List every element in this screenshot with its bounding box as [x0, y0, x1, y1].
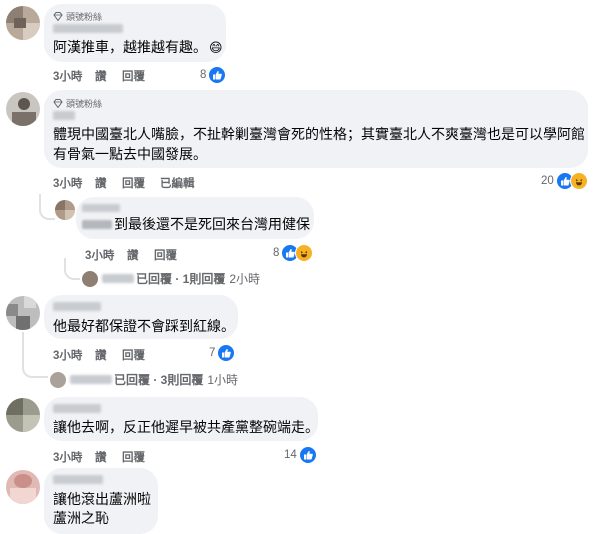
reaction-count[interactable]: 8 [273, 244, 314, 262]
reply-button[interactable]: 回覆 [122, 175, 145, 191]
author-name[interactable] [53, 24, 123, 33]
reply-button[interactable]: 回覆 [122, 68, 145, 84]
replier-name [102, 274, 134, 283]
grin-emoji: 😄 [209, 40, 223, 55]
haha-reaction-icon [295, 244, 314, 262]
reaction-count[interactable]: 8 [200, 66, 227, 84]
top-fan-badge: 頭號粉絲 [53, 10, 102, 23]
avatar[interactable] [6, 6, 40, 40]
comment-text: 阿漢推車，越推越有趣。 😄 [53, 39, 223, 55]
like-reaction-icon [208, 66, 227, 84]
like-button[interactable]: 讚 [95, 347, 107, 363]
timestamp[interactable]: 3小時 [53, 449, 82, 465]
comment-actions: 3小時 讚 回覆 [53, 347, 173, 363]
edited-label: 已編輯 [160, 178, 195, 190]
like-reaction-icon [298, 446, 317, 464]
author-name[interactable] [53, 475, 103, 484]
timestamp[interactable]: 3小時 [53, 68, 82, 84]
diamond-icon [53, 12, 63, 21]
reply-button[interactable]: 回覆 [122, 449, 145, 465]
reaction-count[interactable]: 7 [209, 344, 236, 362]
comment-actions: 3小時 讚 回覆 [85, 247, 205, 263]
top-fan-badge: 頭號粉絲 [53, 97, 102, 110]
author-name[interactable] [53, 111, 75, 120]
comment-text: 到最後還不是死回來台灣用健保 [114, 216, 310, 232]
timestamp[interactable]: 3小時 [85, 247, 114, 263]
comment-actions: 3小時 讚 回覆 [53, 68, 203, 84]
avatar[interactable] [6, 398, 40, 432]
author-name[interactable] [53, 404, 101, 413]
comment-text-line-2: 有骨氣一點去中國發展。 [53, 146, 207, 162]
avatar[interactable] [6, 92, 40, 126]
comment-text: 讓他去啊，反正他遲早被共產黨整碗端走。 [53, 419, 319, 435]
thread-connector [39, 194, 55, 220]
haha-reaction-icon [569, 172, 588, 190]
timestamp[interactable]: 3小時 [53, 347, 82, 363]
comment-text: 他最好都保證不會踩到紅線。 [53, 318, 235, 334]
replies-time: 2小時 [229, 272, 261, 286]
avatar [50, 371, 66, 388]
comment-actions: 3小時 讚 回覆 已編輯 [53, 175, 253, 191]
comment-text-line-1: 體現中國臺北人嘴臉，不扯幹剿臺灣會死的性格；其實臺北人不爽臺灣也是可以學阿館 [53, 126, 585, 142]
avatar[interactable] [55, 200, 75, 220]
badge-label: 頭號粉絲 [66, 12, 103, 22]
reply-button[interactable]: 回覆 [154, 247, 177, 263]
author-name[interactable] [82, 204, 120, 212]
like-reaction-icon [217, 344, 236, 362]
reaction-count[interactable]: 14 [284, 446, 317, 464]
like-button[interactable]: 讚 [127, 247, 139, 263]
avatar[interactable] [6, 470, 40, 504]
reaction-count[interactable]: 20 [541, 172, 588, 190]
replies-time: 1小時 [207, 373, 239, 387]
avatar [82, 270, 98, 287]
mention-tag[interactable] [82, 220, 112, 229]
comment-text-line-2: 蘆洲之恥 [53, 510, 109, 526]
comment-text-line-1: 讓他滾出蘆洲啦 [53, 491, 151, 507]
like-button[interactable]: 讚 [95, 449, 107, 465]
reply-button[interactable]: 回覆 [122, 347, 145, 363]
like-button[interactable]: 讚 [95, 68, 107, 84]
diamond-icon [53, 99, 63, 108]
thread-connector [64, 258, 80, 280]
view-replies-link[interactable]: 已回覆 · 3則回覆 1小時 [50, 371, 238, 388]
avatar[interactable] [6, 296, 40, 330]
thread-connector [22, 332, 48, 378]
badge-label: 頭號粉絲 [66, 99, 103, 109]
replier-name [70, 375, 112, 384]
timestamp[interactable]: 3小時 [53, 175, 82, 191]
like-button[interactable]: 讚 [95, 175, 107, 191]
comment-actions: 3小時 讚 回覆 [53, 449, 173, 465]
view-replies-link[interactable]: 已回覆 · 1則回覆 2小時 [82, 270, 260, 287]
author-name[interactable] [53, 302, 101, 311]
